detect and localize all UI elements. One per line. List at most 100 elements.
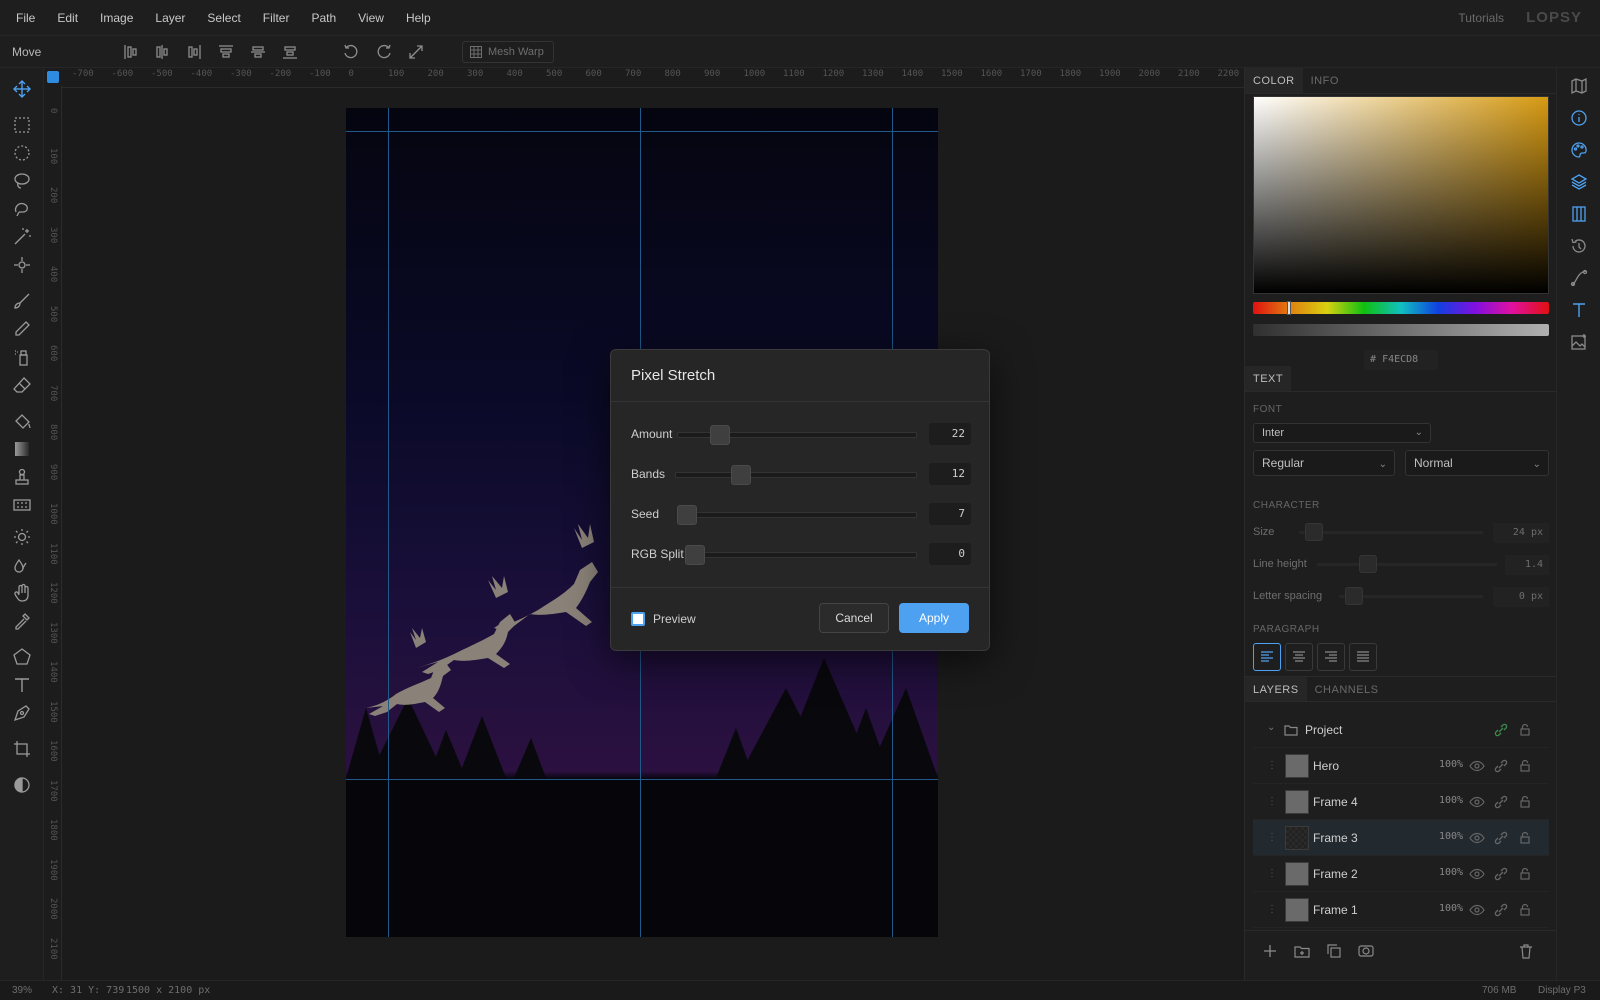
align-middle-icon[interactable]	[248, 42, 268, 62]
menu-edit[interactable]: Edit	[46, 11, 89, 25]
menu-view[interactable]: View	[347, 11, 395, 25]
menu-path[interactable]: Path	[300, 11, 347, 25]
link-icon[interactable]	[1493, 758, 1509, 774]
font-style-select[interactable]: Normal ⌄	[1405, 450, 1549, 476]
history-icon[interactable]	[1569, 236, 1589, 256]
blur-drop-icon[interactable]	[11, 554, 33, 576]
font-family-select[interactable]: Inter ⌄	[1253, 423, 1431, 443]
link-icon[interactable]	[1493, 794, 1509, 810]
menu-image[interactable]: Image	[89, 11, 144, 25]
eyedropper-icon[interactable]	[11, 610, 33, 632]
align-bottom-icon[interactable]	[280, 42, 300, 62]
zoom-level[interactable]: 39%	[12, 985, 32, 996]
eye-icon[interactable]	[1469, 758, 1485, 774]
quick-select-icon[interactable]	[11, 254, 33, 276]
align-right-icon[interactable]	[184, 42, 204, 62]
align-left-icon[interactable]	[121, 42, 141, 62]
link-icon[interactable]	[1493, 830, 1509, 846]
tab-layers[interactable]: LAYERS	[1245, 677, 1307, 701]
lock-icon[interactable]	[1517, 902, 1533, 918]
link-icon[interactable]	[1493, 866, 1509, 882]
contrast-icon[interactable]	[11, 774, 33, 796]
guide-line[interactable]	[388, 108, 389, 937]
hue-slider[interactable]	[1253, 301, 1549, 315]
cancel-button[interactable]: Cancel	[819, 603, 889, 633]
palette-icon[interactable]	[1569, 140, 1589, 160]
eye-icon[interactable]	[1469, 794, 1485, 810]
ellipse-select-icon[interactable]	[11, 142, 33, 164]
layer-row[interactable]: ⋮ Frame 2 100%	[1253, 856, 1549, 892]
seed-value-field[interactable]: 7	[929, 503, 971, 525]
link-icon[interactable]	[1493, 902, 1509, 918]
layer-group[interactable]: ⌄ Project	[1253, 712, 1549, 748]
info-icon[interactable]	[1569, 108, 1589, 128]
alpha-slider[interactable]	[1253, 324, 1549, 336]
polygon-icon[interactable]	[11, 646, 33, 668]
layer-row[interactable]: ⋮ Frame 4 100%	[1253, 784, 1549, 820]
menu-filter[interactable]: Filter	[252, 11, 301, 25]
image-adjust-icon[interactable]	[1569, 332, 1589, 352]
rotate-ccw-icon[interactable]	[341, 42, 361, 62]
rotate-cw-icon[interactable]	[374, 42, 394, 62]
align-right-text-icon[interactable]	[1317, 643, 1345, 671]
rect-select-icon[interactable]	[11, 114, 33, 136]
gradient-icon[interactable]	[11, 438, 33, 460]
magnetic-lasso-icon[interactable]	[11, 198, 33, 220]
menu-select[interactable]: Select	[196, 11, 251, 25]
color-picker-field[interactable]	[1253, 96, 1549, 294]
chevron-down-icon[interactable]: ⌄	[1267, 722, 1275, 733]
trash-icon[interactable]	[1517, 942, 1535, 960]
brush-icon[interactable]	[11, 290, 33, 312]
tab-info[interactable]: INFO	[1303, 68, 1347, 93]
amount-slider-thumb[interactable]	[710, 425, 730, 445]
tab-color[interactable]: COLOR	[1245, 68, 1303, 93]
tab-text[interactable]: TEXT	[1245, 366, 1292, 391]
bands-slider-track[interactable]	[675, 472, 917, 478]
curves-icon[interactable]	[1569, 268, 1589, 288]
eye-icon[interactable]	[1469, 830, 1485, 846]
letter-spacing-value[interactable]: 0 px	[1493, 587, 1549, 607]
rgb-split-slider-thumb[interactable]	[685, 545, 705, 565]
smudge-hand-icon[interactable]	[11, 582, 33, 604]
amount-value-field[interactable]: 22	[929, 423, 971, 445]
eye-icon[interactable]	[1469, 902, 1485, 918]
fill-bucket-icon[interactable]	[11, 410, 33, 432]
mesh-warp-button[interactable]: Mesh Warp	[462, 41, 554, 63]
rgb-split-value-field[interactable]: 0	[929, 543, 971, 565]
add-layer-icon[interactable]	[1261, 942, 1279, 960]
drag-handle-icon[interactable]: ⋮	[1267, 796, 1277, 807]
rgb-split-slider-track[interactable]	[685, 552, 917, 558]
spray-icon[interactable]	[11, 346, 33, 368]
horizontal-ruler[interactable]: -700 -600 -500 -400 -300 -200 -100 0 100 200 300 40…	[62, 68, 1244, 88]
brightness-icon[interactable]	[11, 526, 33, 548]
eye-icon[interactable]	[1469, 866, 1485, 882]
vertical-ruler[interactable]: 0 100 200 300 400 500 600 700 800 900 1000 1100 1200…	[44, 86, 62, 980]
menu-file[interactable]: File	[0, 11, 46, 25]
lock-icon[interactable]	[1517, 866, 1533, 882]
drag-handle-icon[interactable]: ⋮	[1267, 760, 1277, 771]
eraser-icon[interactable]	[11, 374, 33, 396]
font-weight-select[interactable]: Regular ⌄	[1253, 450, 1395, 476]
tab-channels[interactable]: CHANNELS	[1307, 677, 1387, 701]
line-height-slider-track[interactable]	[1317, 563, 1497, 566]
letter-spacing-slider-thumb[interactable]	[1345, 587, 1363, 605]
mask-icon[interactable]	[1357, 942, 1375, 960]
layer-row[interactable]: ⋮ Frame 1 100%	[1253, 892, 1549, 928]
pen-tool-icon[interactable]	[11, 702, 33, 724]
lasso-icon[interactable]	[11, 170, 33, 192]
bands-slider-thumb[interactable]	[731, 465, 751, 485]
stamp-icon[interactable]	[11, 466, 33, 488]
layers-icon[interactable]	[1569, 172, 1589, 192]
size-slider-track[interactable]	[1299, 531, 1483, 534]
menu-help[interactable]: Help	[395, 11, 442, 25]
pencil-icon[interactable]	[11, 318, 33, 340]
lock-icon[interactable]	[1517, 758, 1533, 774]
bands-value-field[interactable]: 12	[929, 463, 971, 485]
navigator-icon[interactable]	[1569, 76, 1589, 96]
tutorials-link[interactable]: Tutorials	[1458, 11, 1504, 25]
align-top-icon[interactable]	[216, 42, 236, 62]
guide-line[interactable]	[346, 779, 938, 780]
crop-icon[interactable]	[11, 738, 33, 760]
drag-handle-icon[interactable]: ⋮	[1267, 904, 1277, 915]
align-left-text-icon[interactable]	[1253, 643, 1281, 671]
